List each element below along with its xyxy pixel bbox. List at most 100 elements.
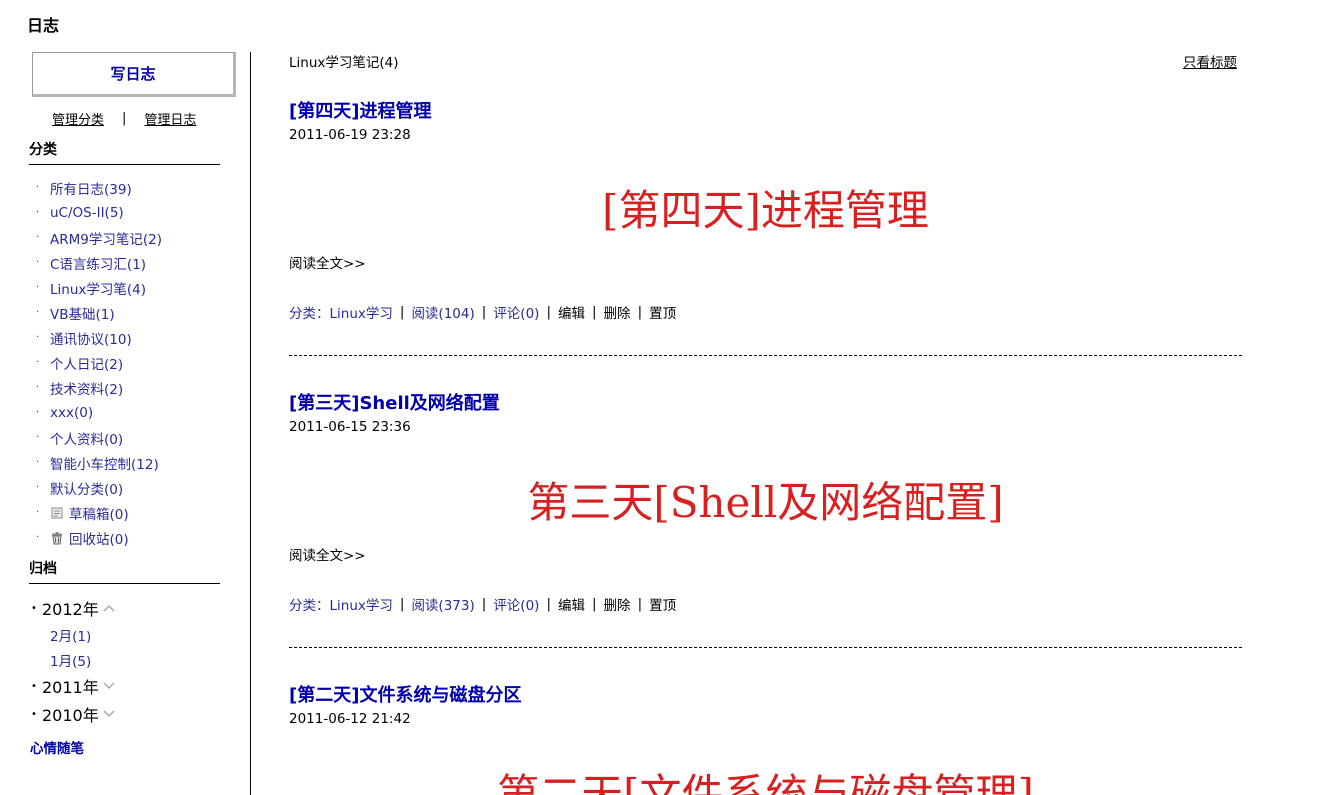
- delete-button[interactable]: 删除: [604, 594, 631, 614]
- archive-month[interactable]: 1月(5): [31, 647, 115, 672]
- categories-heading: 分类: [29, 139, 220, 165]
- post-item: [第三天]Shell及网络配置 2011-06-15 23:36 第三天[She…: [289, 389, 1242, 648]
- meta-separator: |: [481, 304, 487, 320]
- post-title-link[interactable]: [第二天]文件系统与磁盘分区: [289, 681, 1242, 707]
- bullet-icon: •: [31, 602, 37, 614]
- archive-year-label: 2011年: [42, 678, 99, 697]
- post-item: [第二天]文件系统与磁盘分区 2011-06-12 21:42 第二天[文件系统…: [289, 681, 1242, 795]
- manage-category-link[interactable]: 管理分类: [52, 109, 104, 128]
- archive-year-2012[interactable]: • 2012年: [31, 594, 115, 622]
- meta-separator: |: [399, 304, 405, 320]
- category-label: 智能小车控制(12): [50, 456, 159, 473]
- category-label: 个人资料(0): [50, 431, 124, 448]
- bullet-icon: ·: [36, 232, 40, 243]
- mood-notes-link[interactable]: 心情随笔: [30, 737, 84, 757]
- post-date: 2011-06-12 21:42: [289, 711, 411, 727]
- read-more-link[interactable]: 阅读全文>>: [289, 252, 366, 272]
- meta-separator: |: [481, 596, 487, 612]
- category-label: xxx(0): [50, 404, 94, 421]
- category-label: 分类：: [289, 598, 330, 614]
- post-reads-link[interactable]: 阅读(104): [411, 302, 474, 322]
- category-label: 草稿箱(0): [69, 506, 129, 523]
- bullet-icon: ·: [36, 457, 40, 468]
- bullet-icon: ·: [36, 407, 40, 418]
- trash-icon: [50, 531, 64, 545]
- post-item: [第四天]进程管理 2011-06-19 23:28 [第四天]进程管理 阅读全…: [289, 97, 1242, 356]
- write-blog-button[interactable]: 写日志: [32, 52, 236, 97]
- post-title-link[interactable]: [第三天]Shell及网络配置: [289, 389, 1242, 415]
- bullet-icon: ·: [36, 532, 40, 543]
- manage-links: 管理分类 | 管理日志: [52, 109, 196, 128]
- current-category: Linux学习笔记(4): [289, 55, 399, 71]
- bullet-icon: ·: [36, 482, 40, 493]
- category-label: 回收站(0): [69, 531, 129, 548]
- category-item[interactable]: · uC/OS-II(5): [36, 200, 162, 225]
- post-separator: [289, 647, 1242, 648]
- titles-only-link[interactable]: 只看标题: [1183, 51, 1237, 71]
- archive-year-label: 2010年: [42, 706, 99, 725]
- post-banner-image: 第三天[Shell及网络配置]: [527, 478, 1004, 527]
- bullet-icon: ·: [36, 382, 40, 393]
- category-item[interactable]: · xxx(0): [36, 400, 162, 425]
- manage-separator: |: [122, 111, 127, 126]
- category-item-trash[interactable]: · 回收站(0): [36, 525, 162, 550]
- post-category-link[interactable]: Linux学习: [330, 594, 393, 614]
- bullet-icon: ·: [36, 182, 40, 193]
- category-label: 个人日记(2): [50, 356, 124, 373]
- post-separator: [289, 355, 1242, 356]
- category-item[interactable]: · 通讯协议(10): [36, 325, 162, 350]
- category-item[interactable]: · 智能小车控制(12): [36, 450, 162, 475]
- category-item-drafts[interactable]: · 草稿箱(0): [36, 500, 162, 525]
- category-item[interactable]: · 个人资料(0): [36, 425, 162, 450]
- category-list: · 所有日志(39) · uC/OS-II(5) · ARM9学习笔记(2) · C语言…: [36, 175, 162, 550]
- category-item[interactable]: · C语言练习汇(1): [36, 250, 162, 275]
- edit-button[interactable]: 编辑: [558, 302, 585, 322]
- bullet-icon: •: [31, 680, 37, 692]
- post-date: 2011-06-15 23:36: [289, 419, 411, 435]
- category-item[interactable]: · ARM9学习笔记(2): [36, 225, 162, 250]
- archive-year-2011[interactable]: • 2011年: [31, 672, 115, 700]
- chevron-up-icon[interactable]: [103, 602, 115, 615]
- post-comments-link[interactable]: 评论(0): [493, 594, 539, 614]
- post-meta: 分类： Linux学习 | 阅读(104) | 评论(0) | 编辑 | 删除 …: [289, 302, 676, 322]
- archive-month[interactable]: 2月(1): [31, 622, 115, 647]
- archive-year-2010[interactable]: • 2010年: [31, 700, 115, 728]
- category-item[interactable]: · Linux学习笔(4): [36, 275, 162, 300]
- category-item[interactable]: · 所有日志(39): [36, 175, 162, 200]
- delete-button[interactable]: 删除: [604, 302, 631, 322]
- category-label: Linux学习笔(4): [50, 281, 146, 298]
- bullet-icon: ·: [36, 282, 40, 293]
- category-label: 默认分类(0): [50, 481, 124, 498]
- meta-separator: |: [546, 596, 551, 612]
- archive-heading: 归档: [29, 558, 220, 584]
- post-category-link[interactable]: Linux学习: [330, 302, 393, 322]
- meta-separator: |: [399, 596, 405, 612]
- pin-button[interactable]: 置顶: [649, 302, 676, 322]
- bullet-icon: ·: [36, 207, 40, 218]
- archive-year-label: 2012年: [42, 600, 99, 619]
- meta-separator: |: [592, 304, 597, 320]
- bullet-icon: ·: [36, 507, 40, 518]
- post-title-link[interactable]: [第四天]进程管理: [289, 97, 1242, 123]
- chevron-down-icon[interactable]: [103, 708, 115, 721]
- category-label: ARM9学习笔记(2): [50, 231, 162, 248]
- category-item[interactable]: · 个人日记(2): [36, 350, 162, 375]
- read-more-link[interactable]: 阅读全文>>: [289, 544, 366, 564]
- pin-button[interactable]: 置顶: [649, 594, 676, 614]
- archive-list: • 2012年 2月(1) 1月(5) • 2011年 • 2010年: [31, 594, 115, 728]
- post-comments-link[interactable]: 评论(0): [493, 302, 539, 322]
- meta-separator: |: [637, 304, 643, 320]
- category-item[interactable]: · VB基础(1): [36, 300, 162, 325]
- bullet-icon: ·: [36, 357, 40, 368]
- draft-icon: [50, 506, 64, 520]
- post-reads-link[interactable]: 阅读(373): [411, 594, 474, 614]
- chevron-down-icon[interactable]: [103, 680, 115, 693]
- category-label: 所有日志(39): [50, 181, 132, 198]
- category-label: 技术资料(2): [50, 381, 124, 398]
- manage-blog-link[interactable]: 管理日志: [144, 109, 196, 128]
- edit-button[interactable]: 编辑: [558, 594, 585, 614]
- category-item[interactable]: · 技术资料(2): [36, 375, 162, 400]
- category-label: 通讯协议(10): [50, 331, 132, 348]
- bullet-icon: ·: [36, 432, 40, 443]
- category-item[interactable]: · 默认分类(0): [36, 475, 162, 500]
